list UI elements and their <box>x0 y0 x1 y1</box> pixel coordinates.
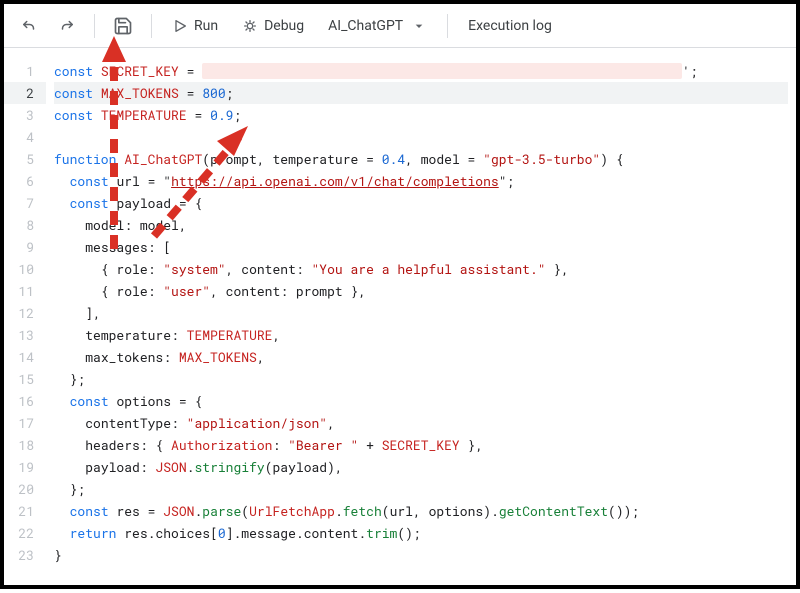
code-line <box>54 126 788 148</box>
line-number: 5 <box>4 148 46 170</box>
code-line: contentType: "application/json", <box>54 412 788 434</box>
code-line: { role: "user", content: prompt }, <box>54 280 788 302</box>
line-number: 19 <box>4 456 46 478</box>
save-icon <box>113 16 133 36</box>
play-icon <box>172 18 188 34</box>
line-number: 3 <box>4 104 46 126</box>
code-line: messages: [ <box>54 236 788 258</box>
execution-log-button[interactable]: Execution log <box>458 12 562 40</box>
separator <box>447 14 448 38</box>
code-line: payload: JSON.stringify(payload), <box>54 456 788 478</box>
line-number: 13 <box>4 324 46 346</box>
line-number: 22 <box>4 522 46 544</box>
line-number: 6 <box>4 170 46 192</box>
execution-log-label: Execution log <box>468 18 552 34</box>
code-line: } <box>54 544 788 566</box>
line-number: 16 <box>4 390 46 412</box>
code-line: { role: "system", content: "You are a he… <box>54 258 788 280</box>
debug-button[interactable]: Debug <box>232 12 314 40</box>
code-area[interactable]: const SECRET_KEY = ';const MAX_TOKENS = … <box>46 48 796 585</box>
code-editor[interactable]: 1234567891011121314151617181920212223 co… <box>4 48 796 585</box>
undo-button[interactable] <box>12 11 46 41</box>
line-gutter: 1234567891011121314151617181920212223 <box>4 48 46 585</box>
redacted-secret <box>202 63 682 79</box>
code-line: const url = "https://api.openai.com/v1/c… <box>54 170 788 192</box>
line-number: 21 <box>4 500 46 522</box>
line-number: 8 <box>4 214 46 236</box>
code-line: const options = { <box>54 390 788 412</box>
line-number: 20 <box>4 478 46 500</box>
chevron-down-icon <box>411 18 427 34</box>
redo-icon <box>58 17 76 35</box>
line-number: 11 <box>4 280 46 302</box>
line-number: 9 <box>4 236 46 258</box>
code-line: }; <box>54 478 788 500</box>
function-select[interactable]: AI_ChatGPT <box>318 12 437 40</box>
line-number: 7 <box>4 192 46 214</box>
code-line: }; <box>54 368 788 390</box>
line-number: 15 <box>4 368 46 390</box>
run-label: Run <box>194 18 218 34</box>
line-number: 23 <box>4 544 46 566</box>
code-line: temperature: TEMPERATURE, <box>54 324 788 346</box>
code-line: max_tokens: MAX_TOKENS, <box>54 346 788 368</box>
run-button[interactable]: Run <box>162 12 228 40</box>
toolbar: Run Debug AI_ChatGPT Execution log <box>4 4 796 48</box>
separator <box>94 14 95 38</box>
code-line: const payload = { <box>54 192 788 214</box>
code-line: const res = JSON.parse(UrlFetchApp.fetch… <box>54 500 788 522</box>
line-number: 1 <box>4 60 46 82</box>
debug-label: Debug <box>264 18 304 34</box>
code-line: const MAX_TOKENS = 800; <box>54 82 788 104</box>
code-line: return res.choices[0].message.content.tr… <box>54 522 788 544</box>
line-number: 10 <box>4 258 46 280</box>
code-line: const SECRET_KEY = '; <box>54 60 788 82</box>
code-line: headers: { Authorization: "Bearer " + SE… <box>54 434 788 456</box>
line-number: 4 <box>4 126 46 148</box>
debug-icon <box>242 18 258 34</box>
code-line: const TEMPERATURE = 0.9; <box>54 104 788 126</box>
undo-icon <box>20 17 38 35</box>
redo-button[interactable] <box>50 11 84 41</box>
separator <box>151 14 152 38</box>
line-number: 14 <box>4 346 46 368</box>
code-line: model: model, <box>54 214 788 236</box>
code-line: function AI_ChatGPT(prompt, temperature … <box>54 148 788 170</box>
line-number: 18 <box>4 434 46 456</box>
function-select-label: AI_ChatGPT <box>328 18 403 34</box>
line-number: 12 <box>4 302 46 324</box>
line-number: 17 <box>4 412 46 434</box>
save-button[interactable] <box>105 10 141 42</box>
code-line: ], <box>54 302 788 324</box>
line-number: 2 <box>4 82 46 104</box>
